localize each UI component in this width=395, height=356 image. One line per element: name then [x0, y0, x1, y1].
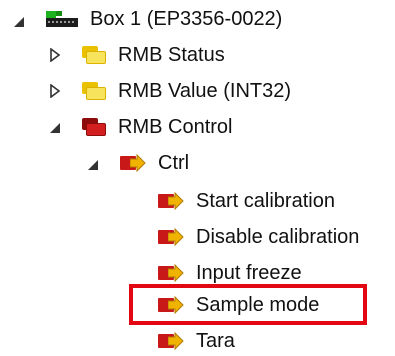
output-variable-icon: [120, 154, 146, 172]
tree-item-label: Start calibration: [196, 190, 335, 212]
highlight-box: [129, 284, 367, 325]
tree-node-label: RMB Value (INT32): [118, 80, 292, 102]
output-variable-icon: [158, 192, 184, 210]
output-variable-icon: [158, 228, 184, 246]
tree-item-label: Tara: [196, 330, 235, 352]
tree-node-rmb-control[interactable]: RMB Control: [82, 112, 232, 142]
tree-item-label: Disable calibration: [196, 226, 360, 248]
tree-node-label: Box 1 (EP3356-0022): [90, 8, 283, 30]
yellow-folder-icon: [82, 46, 106, 64]
tree-node-label: RMB Status: [118, 44, 225, 66]
tree-item-disable-calibration[interactable]: Disable calibration: [158, 222, 359, 252]
output-variable-icon: [158, 332, 184, 350]
tree-item-start-calibration[interactable]: Start calibration: [158, 186, 335, 216]
red-folder-icon: [82, 118, 106, 136]
tree-node-ctrl[interactable]: Ctrl: [120, 148, 189, 178]
terminal-box-icon: [46, 11, 78, 27]
expanded-chevron-icon[interactable]: [86, 158, 100, 172]
expanded-chevron-icon[interactable]: [48, 121, 62, 135]
tree-node-box[interactable]: Box 1 (EP3356-0022): [46, 4, 282, 34]
tree-node-rmb-status[interactable]: RMB Status: [82, 40, 225, 70]
tree-item-tara[interactable]: Tara: [158, 326, 235, 356]
output-variable-icon: [158, 264, 184, 282]
yellow-folder-icon: [82, 82, 106, 100]
collapsed-chevron-icon[interactable]: [48, 48, 62, 62]
tree-node-label: Ctrl: [158, 152, 190, 174]
tree-node-label: RMB Control: [118, 116, 233, 138]
collapsed-chevron-icon[interactable]: [48, 84, 62, 98]
tree-node-rmb-value[interactable]: RMB Value (INT32): [82, 76, 291, 106]
expanded-chevron-icon[interactable]: [12, 15, 26, 29]
